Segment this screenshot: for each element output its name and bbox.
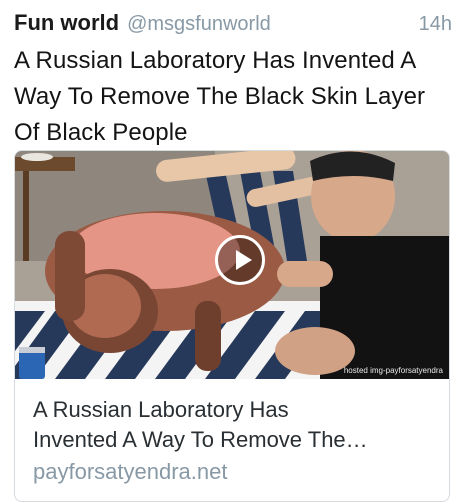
tweet[interactable]: Fun world @msgsfunworld 14h A Russian La… — [0, 0, 468, 504]
user-handle[interactable]: @msgsfunworld — [127, 13, 271, 36]
card-image[interactable]: hosted img-payforsatyendra — [15, 151, 449, 379]
card-title-line-2[interactable]: Invented A Way To Remove The… — [33, 425, 433, 455]
display-name[interactable]: Fun world — [14, 10, 119, 36]
play-icon[interactable] — [215, 235, 265, 285]
card-body[interactable]: A Russian Laboratory Has Invented A Way … — [15, 379, 449, 487]
card-domain[interactable]: payforsatyendra.net — [33, 457, 433, 487]
link-card[interactable]: hosted img-payforsatyendra A Russian Lab… — [14, 150, 450, 502]
tweet-header: Fun world @msgsfunworld 14h — [14, 10, 454, 40]
image-watermark: hosted img-payforsatyendra — [343, 366, 443, 375]
card-title-line-1[interactable]: A Russian Laboratory Has — [33, 395, 433, 425]
timestamp[interactable]: 14h — [419, 13, 452, 36]
tweet-text: A Russian Laboratory Has Invented A Way … — [14, 47, 426, 146]
